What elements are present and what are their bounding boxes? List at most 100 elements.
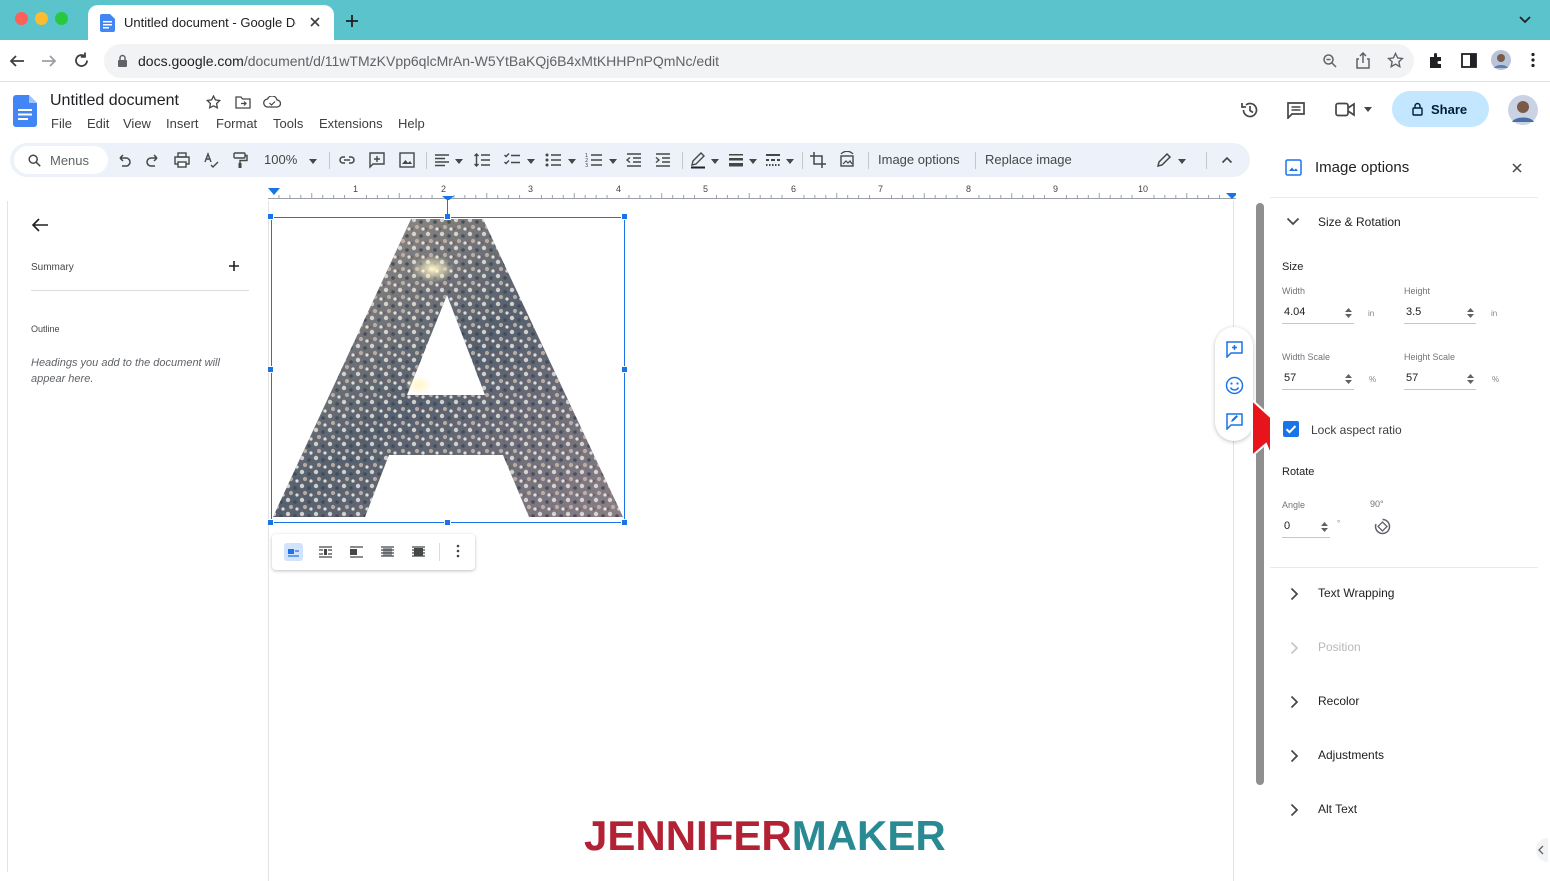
resize-handle[interactable]: [621, 519, 628, 526]
new-tab-icon[interactable]: [344, 13, 360, 29]
chevron-right-icon[interactable]: [1290, 587, 1299, 601]
menu-help[interactable]: Help: [398, 116, 425, 131]
tab-search-chevron-icon[interactable]: [1518, 15, 1532, 25]
border-weight-icon[interactable]: [727, 151, 745, 169]
omnibox[interactable]: docs.google.com/document/d/11wTMzKVpp6ql…: [104, 44, 1414, 78]
spellcheck-icon[interactable]: [202, 151, 220, 169]
cloud-saved-icon[interactable]: [263, 96, 281, 108]
share-button[interactable]: Share: [1392, 91, 1489, 127]
side-panel-icon[interactable]: [1461, 53, 1477, 68]
add-comment-icon[interactable]: [368, 151, 386, 169]
document-scrollbar[interactable]: [1256, 203, 1264, 785]
add-summary-icon[interactable]: [228, 260, 240, 272]
side-panel-toggle-icon[interactable]: [1532, 838, 1548, 862]
add-emoji-reaction-icon[interactable]: [1225, 376, 1244, 395]
decrease-indent-icon[interactable]: [625, 151, 643, 169]
align-dropdown-icon[interactable]: [455, 159, 463, 164]
menus-search-box[interactable]: Menus: [14, 146, 108, 174]
checklist-dropdown-icon[interactable]: [527, 159, 535, 164]
resize-handle[interactable]: [621, 213, 628, 220]
replace-image-button[interactable]: Replace image: [985, 152, 1072, 167]
wrap-inline-button[interactable]: [284, 543, 303, 561]
angle-input[interactable]: 0: [1282, 516, 1330, 538]
more-options-icon[interactable]: [456, 544, 460, 558]
insert-image-icon[interactable]: [398, 151, 416, 169]
reset-image-icon[interactable]: [838, 151, 856, 169]
lock-icon[interactable]: [117, 54, 128, 68]
adjustments-section[interactable]: Adjustments: [1318, 748, 1384, 762]
size-rotation-header[interactable]: Size & Rotation: [1318, 215, 1401, 229]
menu-format[interactable]: Format: [216, 116, 257, 131]
behind-text-button[interactable]: [378, 543, 397, 561]
height-input[interactable]: 3.5: [1404, 302, 1476, 324]
resize-handle[interactable]: [444, 519, 451, 526]
menu-tools[interactable]: Tools: [273, 116, 303, 131]
border-weight-dropdown-icon[interactable]: [749, 159, 757, 164]
hide-menus-chevron-icon[interactable]: [1218, 151, 1236, 169]
undo-icon[interactable]: [115, 151, 133, 169]
chevron-right-icon[interactable]: [1290, 803, 1299, 817]
close-window-button[interactable]: [15, 12, 28, 25]
share-page-icon[interactable]: [1355, 52, 1371, 69]
browser-menu-icon[interactable]: [1530, 52, 1536, 68]
rotate-90-icon[interactable]: [1373, 517, 1392, 536]
editing-mode-pencil-icon[interactable]: [1155, 151, 1173, 169]
suggest-edits-icon[interactable]: [1225, 412, 1244, 430]
resize-handle[interactable]: [267, 366, 274, 373]
move-folder-icon[interactable]: [235, 95, 251, 109]
width-scale-input[interactable]: 57: [1282, 368, 1354, 390]
border-dash-dropdown-icon[interactable]: [786, 159, 794, 164]
lock-aspect-checkbox[interactable]: [1283, 421, 1299, 437]
align-icon[interactable]: [433, 151, 451, 169]
vertical-ruler[interactable]: [0, 201, 8, 872]
width-input[interactable]: 4.04: [1282, 302, 1354, 324]
recolor-section[interactable]: Recolor: [1318, 694, 1359, 708]
docs-logo-icon[interactable]: [13, 95, 37, 127]
close-panel-icon[interactable]: [1511, 162, 1523, 174]
menu-extensions[interactable]: Extensions: [319, 116, 383, 131]
numbered-list-icon[interactable]: 123: [585, 151, 603, 169]
document-title[interactable]: Untitled document: [50, 92, 179, 110]
chevron-down-icon[interactable]: [1286, 217, 1300, 226]
zoom-icon[interactable]: [1322, 53, 1338, 69]
resize-handle[interactable]: [267, 213, 274, 220]
forward-icon[interactable]: [40, 52, 58, 70]
in-front-of-text-button[interactable]: [409, 543, 428, 561]
angle-stepper-icon[interactable]: [1321, 521, 1328, 533]
reload-icon[interactable]: [72, 51, 91, 70]
horizontal-ruler[interactable]: 1 2 3 4 5 6 7 8 9 10: [268, 182, 1236, 200]
lock-aspect-label[interactable]: Lock aspect ratio: [1311, 423, 1402, 437]
resize-handle[interactable]: [621, 366, 628, 373]
add-comment-icon[interactable]: [1225, 340, 1244, 358]
browser-tab[interactable]: Untitled document - Google Docs: [88, 5, 334, 40]
break-text-button[interactable]: [347, 543, 366, 561]
profile-avatar[interactable]: [1491, 50, 1511, 70]
menu-edit[interactable]: Edit: [87, 116, 109, 131]
meet-icon[interactable]: [1335, 102, 1355, 117]
paint-format-icon[interactable]: [231, 151, 249, 169]
close-outline-back-icon[interactable]: [31, 217, 49, 233]
line-spacing-icon[interactable]: [473, 151, 491, 169]
star-icon[interactable]: [206, 95, 221, 110]
bulleted-list-icon[interactable]: [544, 151, 562, 169]
image-options-button[interactable]: Image options: [878, 152, 960, 167]
alt-text-section[interactable]: Alt Text: [1318, 802, 1357, 816]
border-color-dropdown-icon[interactable]: [711, 159, 719, 164]
url-text[interactable]: docs.google.com/document/d/11wTMzKVpp6ql…: [138, 53, 719, 69]
menu-view[interactable]: View: [123, 116, 151, 131]
comments-icon[interactable]: [1286, 101, 1306, 119]
border-dash-icon[interactable]: [764, 151, 782, 169]
editing-mode-dropdown-icon[interactable]: [1178, 159, 1186, 164]
maximize-window-button[interactable]: [55, 12, 68, 25]
checklist-icon[interactable]: [503, 151, 521, 169]
meet-dropdown-icon[interactable]: [1364, 107, 1372, 112]
border-color-icon[interactable]: [689, 151, 707, 169]
bookmark-star-icon[interactable]: [1387, 52, 1404, 69]
zoom-dropdown-icon[interactable]: [309, 159, 317, 164]
width-scale-stepper-icon[interactable]: [1345, 373, 1352, 385]
chevron-right-icon[interactable]: [1290, 695, 1299, 709]
minimize-window-button[interactable]: [35, 12, 48, 25]
version-history-icon[interactable]: [1240, 100, 1260, 120]
redo-icon[interactable]: [144, 151, 162, 169]
crop-icon[interactable]: [809, 151, 827, 169]
